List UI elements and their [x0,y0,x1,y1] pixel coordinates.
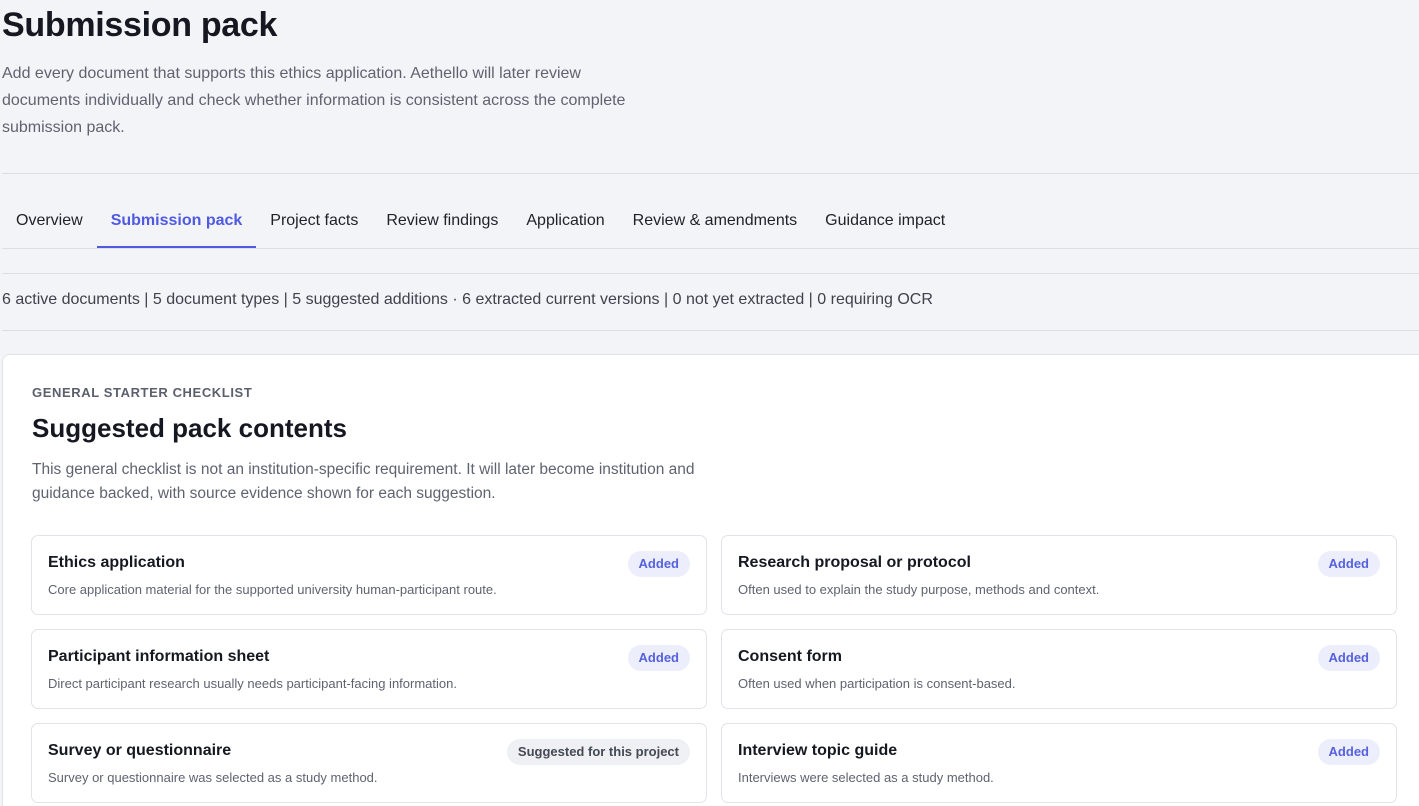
status-badge: Added [1317,551,1380,577]
page-description: Add every document that supports this et… [2,65,626,136]
item-description: Often used to explain the study purpose,… [738,582,1100,597]
item-title: Consent form [738,648,842,665]
item-title: Research proposal or protocol [738,554,971,571]
checklist-title: Suggested pack contents [32,413,347,443]
tabs-divider [2,248,1419,249]
item-description: Survey or questionnaire was selected as … [48,770,378,785]
tab-review-amendments[interactable]: Review & amendments [619,196,812,248]
item-title: Participant information sheet [48,648,270,665]
item-description: Direct participant research usually need… [48,676,457,691]
status-badge: Added [627,551,690,577]
tab-submission-pack[interactable]: Submission pack [96,196,257,248]
item-description: Interviews were selected as a study meth… [738,770,994,785]
tab-bar: Overview Submission pack Project facts R… [2,196,959,248]
tab-guidance-impact[interactable]: Guidance impact [811,196,959,248]
checklist-item-interview-topic-guide: Interview topic guide Interviews were se… [721,723,1397,803]
item-title: Survey or questionnaire [48,742,232,759]
status-badge: Added [1317,645,1380,671]
suggested-pack-card: GENERAL STARTER CHECKLIST Suggested pack… [2,354,1419,806]
item-description: Often used when participation is consent… [738,676,1016,691]
stats-top-divider [2,273,1419,274]
divider [2,173,1419,174]
tab-project-facts[interactable]: Project facts [256,196,372,248]
status-badge: Added [1317,739,1380,765]
document-stats: 6 active documents | 5 document types | … [2,291,933,308]
page: Submission pack Add every document that … [0,0,1419,806]
checklist-item-ethics-application: Ethics application Core application mate… [31,535,707,615]
status-badge: Added [627,645,690,671]
item-title: Ethics application [48,554,185,571]
checklist-eyebrow: GENERAL STARTER CHECKLIST [32,385,253,400]
checklist-item-participant-information-sheet: Participant information sheet Direct par… [31,629,707,709]
stats-bottom-divider [2,330,1419,331]
checklist-item-survey-questionnaire: Survey or questionnaire Survey or questi… [31,723,707,803]
checklist-item-consent-form: Consent form Often used when participati… [721,629,1397,709]
item-description: Core application material for the suppor… [48,582,497,597]
page-title: Submission pack [2,6,278,44]
tab-review-findings[interactable]: Review findings [372,196,512,248]
item-title: Interview topic guide [738,742,898,759]
tab-overview[interactable]: Overview [2,196,97,248]
status-badge: Suggested for this project [506,739,690,765]
checklist-description: This general checklist is not an institu… [32,461,695,502]
tab-application[interactable]: Application [512,196,618,248]
checklist-item-research-proposal: Research proposal or protocol Often used… [721,535,1397,615]
